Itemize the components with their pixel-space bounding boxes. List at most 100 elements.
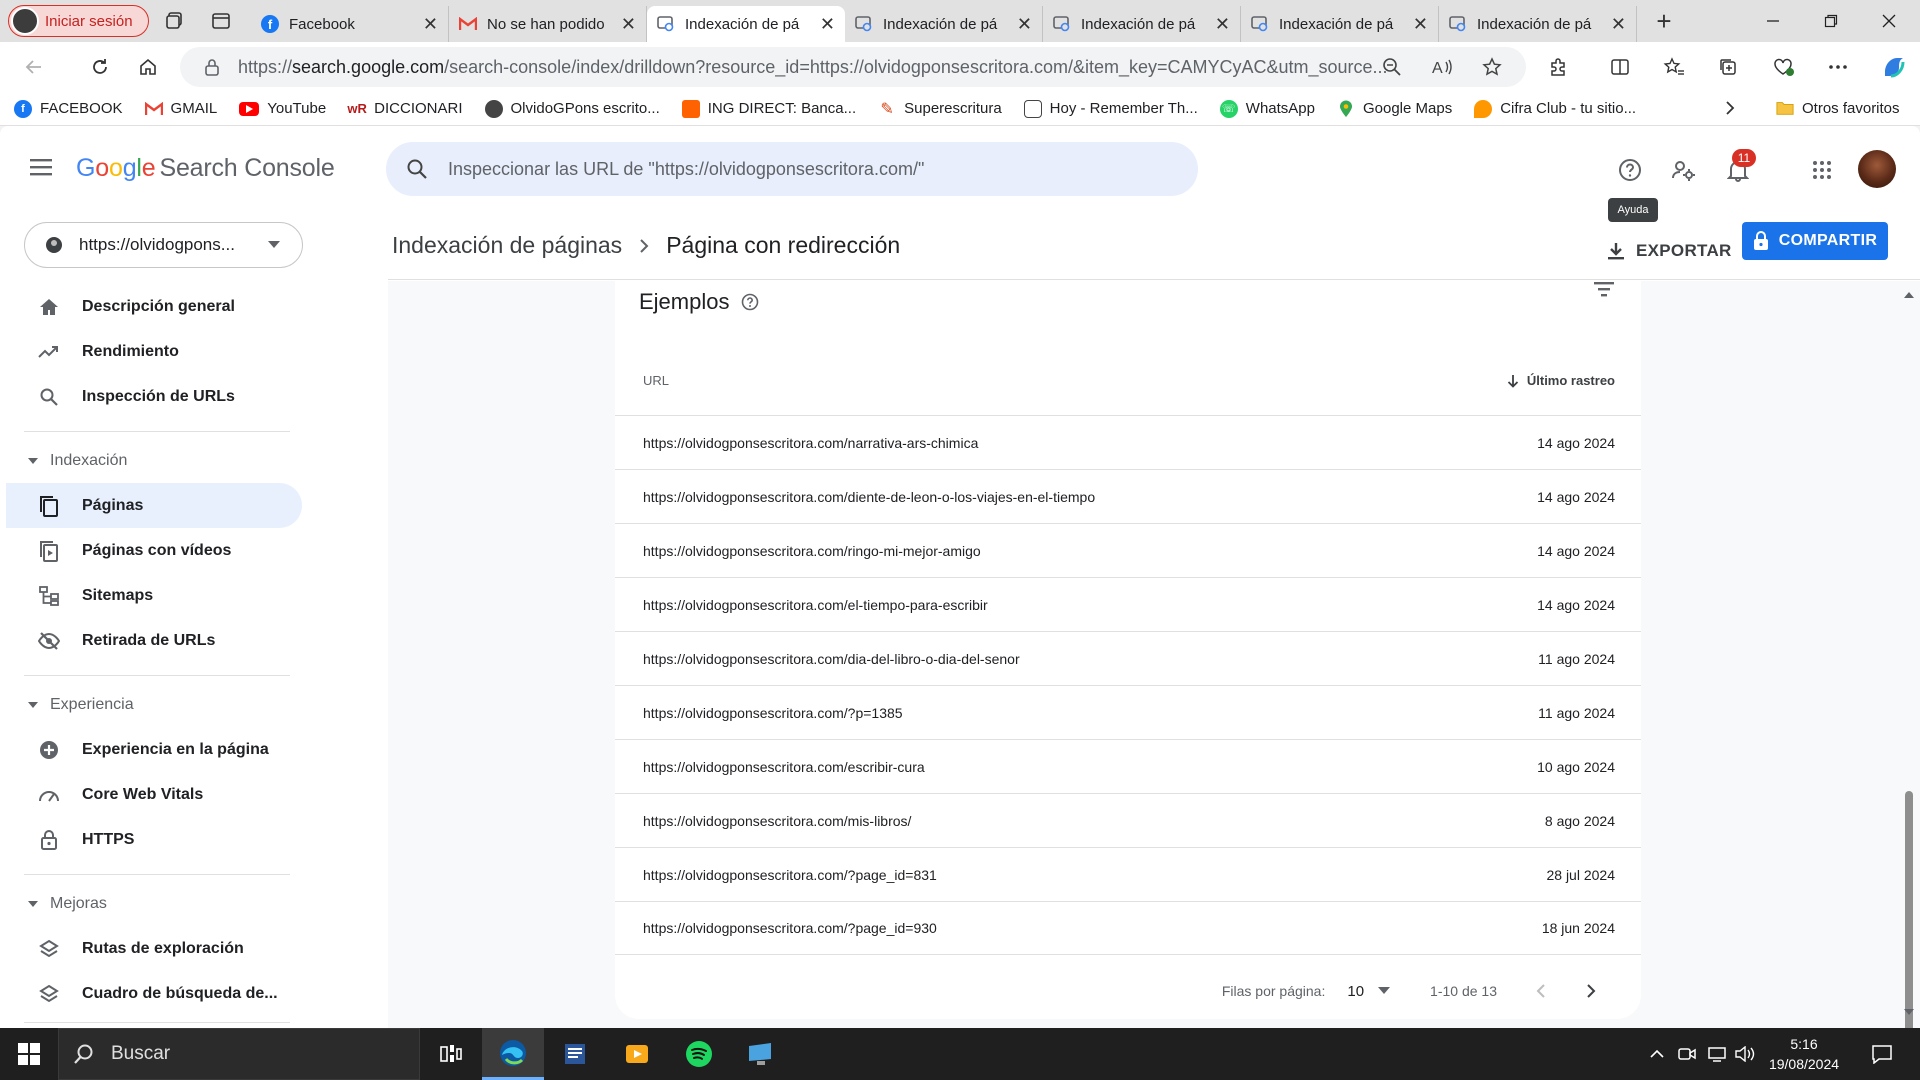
start-button[interactable] [0,1028,58,1080]
taskbar-clock[interactable]: 5:16 19/08/2024 [1756,1034,1852,1074]
browser-essentials-icon[interactable] [1764,47,1804,87]
previous-page-button[interactable] [1521,971,1561,1011]
table-row[interactable]: https://olvidogponsescritora.com/?page_i… [615,901,1641,955]
favorite-star-icon[interactable] [1472,47,1512,87]
taskbar-edge[interactable] [482,1028,544,1080]
workspaces-icon[interactable] [155,1,195,41]
favorite-facebook[interactable]: f FACEBOOK [14,99,123,118]
collections-icon[interactable] [1708,47,1748,87]
favorite-remember-the-milk[interactable]: Hoy - Remember Th... [1023,99,1198,118]
profile-button[interactable]: Iniciar sesión [8,5,149,37]
taskbar-file-manager[interactable] [544,1028,606,1080]
sidebar-item-core-web-vitals[interactable]: Core Web Vitals [6,772,302,817]
new-tab-button[interactable]: + [1643,3,1685,39]
google-apps-icon[interactable] [1802,150,1842,190]
table-row[interactable]: https://olvidogponsescritora.com/el-tiem… [615,577,1641,631]
taskbar-media-player[interactable] [606,1028,668,1080]
sidebar-item-pages[interactable]: Páginas [6,483,302,528]
home-button[interactable] [124,47,172,87]
main-menu-icon[interactable] [28,156,62,184]
zoom-icon[interactable] [1372,47,1412,87]
favorite-gmail[interactable]: GMAIL [144,100,217,118]
table-row[interactable]: https://olvidogponsescritora.com/ringo-m… [615,523,1641,577]
taskbar-remote-desktop[interactable] [730,1028,792,1080]
notification-center-icon[interactable] [1862,1028,1902,1080]
extensions-icon[interactable] [1538,47,1578,87]
table-row[interactable]: https://olvidogponsescritora.com/narrati… [615,415,1641,469]
back-button[interactable] [10,47,58,87]
other-favorites-folder[interactable]: Otros favoritos [1776,99,1900,117]
split-screen-icon[interactable] [1600,47,1640,87]
page-scrollbar[interactable] [1898,281,1920,1028]
tab-search-console[interactable]: Indexación de pá ✕ [1241,6,1439,42]
sidebar-section-experience[interactable]: Experiencia [28,696,134,714]
favorite-google-maps[interactable]: Google Maps [1337,100,1452,118]
scroll-down-arrow-icon[interactable] [1903,1006,1915,1018]
tab-search-console-active[interactable]: Indexación de pá ✕ [647,6,845,42]
favorite-ing-direct[interactable]: ING DIRECT: Banca... [681,99,856,118]
favorite-youtube[interactable]: YouTube [239,100,326,117]
refresh-button[interactable] [76,47,124,87]
url-field[interactable]: https://search.google.com/search-console… [180,47,1526,87]
sidebar-item-sitelinks-searchbox[interactable]: Cuadro de búsqueda de... [6,971,302,1016]
help-outline-icon[interactable] [741,293,759,311]
sidebar-item-overview[interactable]: Descripción general [6,284,302,329]
restore-window-button[interactable] [1802,0,1860,42]
task-view-button[interactable] [420,1028,482,1080]
favorite-whatsapp[interactable]: ☏ WhatsApp [1219,99,1315,118]
close-tab-icon[interactable]: ✕ [1611,14,1626,35]
table-row[interactable]: https://olvidogponsescritora.com/?p=1385… [615,685,1641,739]
tab-search-console[interactable]: Indexación de pá ✕ [1439,6,1637,42]
tab-search-console[interactable]: Indexación de pá ✕ [845,6,1043,42]
table-row[interactable]: https://olvidogponsescritora.com/escribi… [615,739,1641,793]
close-tab-icon[interactable]: ✕ [1413,14,1428,35]
vertical-tabs-icon[interactable] [201,1,241,41]
rows-per-page-select[interactable]: 10 [1347,983,1364,1000]
table-row[interactable]: https://olvidogponsescritora.com/mis-lib… [615,793,1641,847]
close-tab-icon[interactable]: ✕ [423,14,438,35]
account-avatar[interactable] [1858,150,1896,188]
read-aloud-icon[interactable]: A [1422,47,1462,87]
sidebar-item-sitemaps[interactable]: Sitemaps [6,573,302,618]
help-icon[interactable] [1610,150,1650,190]
scrollbar-thumb[interactable] [1905,791,1913,1028]
sidebar-item-https[interactable]: HTTPS [6,817,302,862]
tab-gmail[interactable]: No se han podido ✕ [449,6,647,42]
sidebar-section-enhancements[interactable]: Mejoras [28,895,107,913]
sidebar-item-page-experience[interactable]: Experiencia en la página [6,727,302,772]
favorite-superescritura[interactable]: ✎ Superescritura [878,100,1001,118]
network-icon[interactable] [1704,1028,1730,1080]
tab-facebook[interactable]: f Facebook ✕ [251,6,449,42]
close-tab-icon[interactable]: ✕ [1215,14,1230,35]
sidebar-section-indexing[interactable]: Indexación [28,452,127,470]
table-row[interactable]: https://olvidogponsescritora.com/diente-… [615,469,1641,523]
close-window-button[interactable] [1860,0,1918,42]
share-button[interactable]: COMPARTIR [1742,222,1888,260]
sidebar-item-performance[interactable]: Rendimiento [6,329,302,374]
table-row[interactable]: https://olvidogponsescritora.com/?page_i… [615,847,1641,901]
sidebar-item-video-pages[interactable]: Páginas con vídeos [6,528,302,573]
sidebar-item-url-inspection[interactable]: Inspección de URLs [6,374,302,419]
meet-now-icon[interactable] [1674,1028,1700,1080]
more-favorites-chevron-icon[interactable] [1720,98,1740,118]
site-info-lock-icon[interactable] [204,58,220,76]
copilot-icon[interactable] [1874,47,1914,87]
show-hidden-icons-chevron-icon[interactable] [1644,1028,1670,1080]
chevron-down-icon[interactable] [1378,987,1391,995]
table-row[interactable]: https://olvidogponsescritora.com/dia-del… [615,631,1641,685]
column-header-last-crawl[interactable]: Último rastreo [1507,373,1615,388]
taskbar-search[interactable]: Buscar [58,1028,420,1080]
more-options-icon[interactable] [1818,47,1858,87]
close-tab-icon[interactable]: ✕ [621,14,636,35]
user-settings-icon[interactable] [1664,150,1704,190]
volume-icon[interactable] [1732,1028,1758,1080]
minimize-window-button[interactable] [1744,0,1802,42]
url-inspection-search-input[interactable]: Inspeccionar las URL de "https://olvidog… [386,142,1198,196]
scroll-up-arrow-icon[interactable] [1903,289,1915,301]
sidebar-item-breadcrumbs[interactable]: Rutas de exploración [6,926,302,971]
close-tab-icon[interactable]: ✕ [1017,14,1032,35]
close-tab-icon[interactable]: ✕ [820,14,835,35]
favorite-olvidogpons[interactable]: OlvidoGPons escrito... [484,99,660,118]
property-selector[interactable]: https://olvidogpons... [24,222,303,268]
export-button[interactable]: EXPORTAR [1606,232,1732,270]
